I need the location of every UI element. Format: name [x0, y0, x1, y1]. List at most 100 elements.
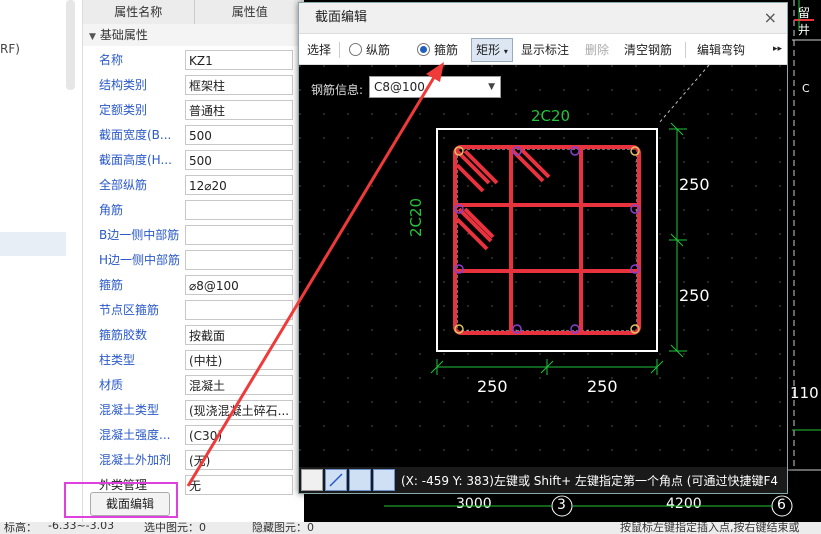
- property-name: 材质: [99, 378, 124, 392]
- property-row[interactable]: 混凝土类型 (现浇混凝土碎石...: [83, 398, 305, 423]
- chevron-down-icon: ▾: [503, 47, 508, 56]
- property-name: 混凝土外加剂: [99, 453, 172, 467]
- line-mode-icon[interactable]: [325, 469, 347, 491]
- toolbar-divider: [339, 42, 340, 58]
- shape-dropdown[interactable]: 矩形 ▾: [471, 38, 513, 62]
- property-value-field[interactable]: 12⌀20: [185, 175, 293, 195]
- radio-selected-icon: [417, 43, 430, 56]
- property-row[interactable]: B边一侧中部筋: [83, 223, 305, 248]
- property-value-field[interactable]: ⌀8@100: [185, 275, 293, 295]
- property-value-field[interactable]: [185, 225, 293, 245]
- stirrup-radio[interactable]: 箍筋: [417, 41, 458, 58]
- property-name: H边一侧中部筋: [99, 253, 181, 267]
- property-name: 角筋: [99, 203, 124, 217]
- property-row[interactable]: 材质 混凝土: [83, 373, 305, 398]
- property-name: 结构类别: [99, 78, 148, 92]
- top-rebar-label: 2C20: [531, 107, 571, 125]
- clear-rebar-button[interactable]: 清空钢筋: [624, 41, 672, 58]
- status-selected: 选中图元：0: [144, 522, 206, 534]
- axis-number: 6: [777, 497, 786, 513]
- property-name: 节点区箍筋: [99, 303, 160, 317]
- more-tools-icon[interactable]: ▸▸: [773, 44, 782, 54]
- show-label-button[interactable]: 显示标注: [521, 41, 569, 58]
- property-value-field[interactable]: 普通柱: [185, 100, 293, 120]
- section-drawing: [299, 65, 787, 467]
- property-value-field[interactable]: [185, 250, 293, 270]
- column-header-name: 属性名称: [83, 0, 195, 24]
- property-row[interactable]: 节点区箍筋: [83, 298, 305, 323]
- property-row[interactable]: 截面宽度(B... 500: [83, 123, 305, 148]
- property-value-field[interactable]: [185, 300, 293, 320]
- left-tree-panel: RF): [0, 0, 82, 534]
- property-value-field[interactable]: 框架柱: [185, 75, 293, 95]
- toolbar-divider: [685, 42, 686, 58]
- property-group-label: 基础属性: [99, 28, 148, 42]
- property-row[interactable]: 定额类别 普通柱: [83, 98, 305, 123]
- section-canvas[interactable]: 2C20 2C20 250 250 250 250 钢筋信息: C8@100 ▼: [299, 65, 787, 467]
- property-value-field[interactable]: (现浇混凝土碎石...: [185, 400, 293, 420]
- status-bar: 标高： -6.33~-3.03 选中图元：0 隐藏图元：0 按鼠标左键指定插入点…: [0, 522, 821, 534]
- rebar-info-dropdown[interactable]: C8@100 ▼: [369, 76, 501, 98]
- dimension-label: 250: [587, 377, 618, 396]
- snap-point-icon[interactable]: [373, 469, 395, 491]
- section-edit-button[interactable]: 截面编辑: [90, 492, 170, 516]
- dimension-label: 250: [477, 377, 508, 396]
- property-row[interactable]: 全部纵筋 12⌀20: [83, 173, 305, 198]
- property-row[interactable]: 角筋: [83, 198, 305, 223]
- property-value-field[interactable]: (中柱): [185, 350, 293, 370]
- property-value-field[interactable]: 按截面: [185, 325, 293, 345]
- tree-selected-row[interactable]: [0, 232, 66, 256]
- edit-hook-button[interactable]: 编辑弯钩: [697, 41, 745, 58]
- property-row[interactable]: 结构类别 框架柱: [83, 73, 305, 98]
- property-row[interactable]: 截面高度(H... 500: [83, 148, 305, 173]
- property-value-field[interactable]: 无: [185, 475, 293, 495]
- radio-icon: [349, 43, 362, 56]
- close-icon[interactable]: ×: [764, 3, 777, 33]
- property-value-field[interactable]: KZ1: [185, 50, 293, 70]
- perpendicular-icon[interactable]: [349, 469, 371, 491]
- ortho-mode-icon[interactable]: [301, 469, 323, 491]
- dialog-status-bar: (X: -459 Y: 383)左键或 Shift+ 左键指定第一个角点 (可通…: [299, 467, 787, 493]
- rebar-info-value: C8@100: [374, 80, 425, 94]
- property-name: 混凝土强度...: [99, 428, 171, 442]
- property-row[interactable]: 箍筋 ⌀8@100: [83, 273, 305, 298]
- chevron-down-icon: ▼: [488, 82, 495, 92]
- rebar-info-label: 钢筋信息:: [311, 83, 364, 97]
- property-row[interactable]: 名称 KZ1: [83, 48, 305, 73]
- radio-label: 纵筋: [366, 43, 391, 57]
- tree-item-text: RF): [0, 42, 20, 56]
- property-row[interactable]: 混凝土强度... (C30): [83, 423, 305, 448]
- axis-number: 3: [557, 497, 566, 513]
- property-row[interactable]: 柱类型 (中柱): [83, 348, 305, 373]
- property-name: B边一侧中部筋: [99, 228, 180, 242]
- property-value-field[interactable]: 500: [185, 125, 293, 145]
- property-value-field[interactable]: (无): [185, 450, 293, 470]
- collapse-icon[interactable]: ▼: [89, 26, 96, 48]
- dialog-title-bar[interactable]: 截面编辑 ×: [299, 3, 787, 34]
- property-name: 箍筋胶数: [99, 328, 148, 342]
- property-row[interactable]: 混凝土外加剂 (无): [83, 448, 305, 473]
- longitudinal-radio[interactable]: 纵筋: [349, 41, 390, 58]
- diagonal-line-icon: [329, 473, 343, 487]
- property-value-field[interactable]: (C30): [185, 425, 293, 445]
- property-value-field[interactable]: 混凝土: [185, 375, 293, 395]
- property-panel: 属性名称 属性值 ▼ 基础属性 名称 KZ1 结构类别 框架柱 定额类别 普通柱 截面宽度(B…: [82, 0, 305, 534]
- delete-button[interactable]: 删除: [585, 41, 609, 58]
- select-tool-button[interactable]: 选择: [307, 41, 331, 58]
- property-row[interactable]: H边一侧中部筋: [83, 248, 305, 273]
- property-name: 截面宽度(B...: [99, 128, 172, 142]
- column-header-value: 属性值: [231, 5, 268, 19]
- property-name: 箍筋: [99, 278, 124, 292]
- property-value-field[interactable]: 500: [185, 150, 293, 170]
- coordinate-hint: (X: -459 Y: 383)左键或 Shift+ 左键指定第一个角点 (可通…: [401, 474, 778, 488]
- radio-label: 箍筋: [434, 43, 459, 57]
- property-name: 截面高度(H...: [99, 153, 172, 167]
- status-hint: 按鼠标左键指定插入点,按右键结束或: [620, 522, 800, 534]
- property-row[interactable]: 箍筋胶数 按截面: [83, 323, 305, 348]
- property-name: 柱类型: [99, 353, 136, 367]
- scrollbar[interactable]: [66, 0, 75, 90]
- property-group-basic[interactable]: ▼ 基础属性: [83, 24, 305, 46]
- dimension-label: 250: [679, 286, 710, 305]
- property-value-field[interactable]: [185, 200, 293, 220]
- shape-dropdown-label: 矩形: [476, 43, 501, 57]
